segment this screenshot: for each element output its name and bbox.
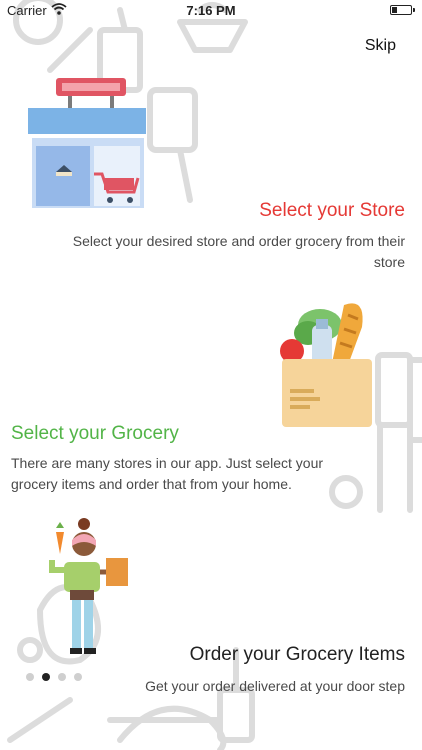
battery-level: [392, 7, 397, 13]
section-grocery-description: There are many stores in our app. Just s…: [11, 455, 324, 492]
page-dot-3[interactable]: [58, 673, 66, 681]
grocery-bag-illustration: [280, 303, 372, 427]
section-store-description: Select your desired store and order groc…: [72, 233, 405, 270]
shopper-illustration: [49, 518, 128, 654]
section-store-title: Select your Store: [259, 200, 405, 221]
section-order-description: Get your order delivered at your door st…: [145, 678, 405, 694]
clock-time: 7:16 PM: [186, 3, 236, 18]
page-dot-2[interactable]: [42, 673, 50, 681]
battery-icon: [390, 5, 415, 15]
page-indicator: [26, 673, 82, 681]
section-order-title: Order your Grocery Items: [189, 644, 405, 665]
page-dot-1[interactable]: [26, 673, 34, 681]
page-dot-4[interactable]: [74, 673, 82, 681]
section-grocery-title: Select your Grocery: [11, 423, 179, 444]
skip-button[interactable]: Skip: [365, 37, 396, 55]
store-illustration: [28, 78, 146, 208]
status-bar: Carrier 7:16 PM: [0, 0, 422, 22]
